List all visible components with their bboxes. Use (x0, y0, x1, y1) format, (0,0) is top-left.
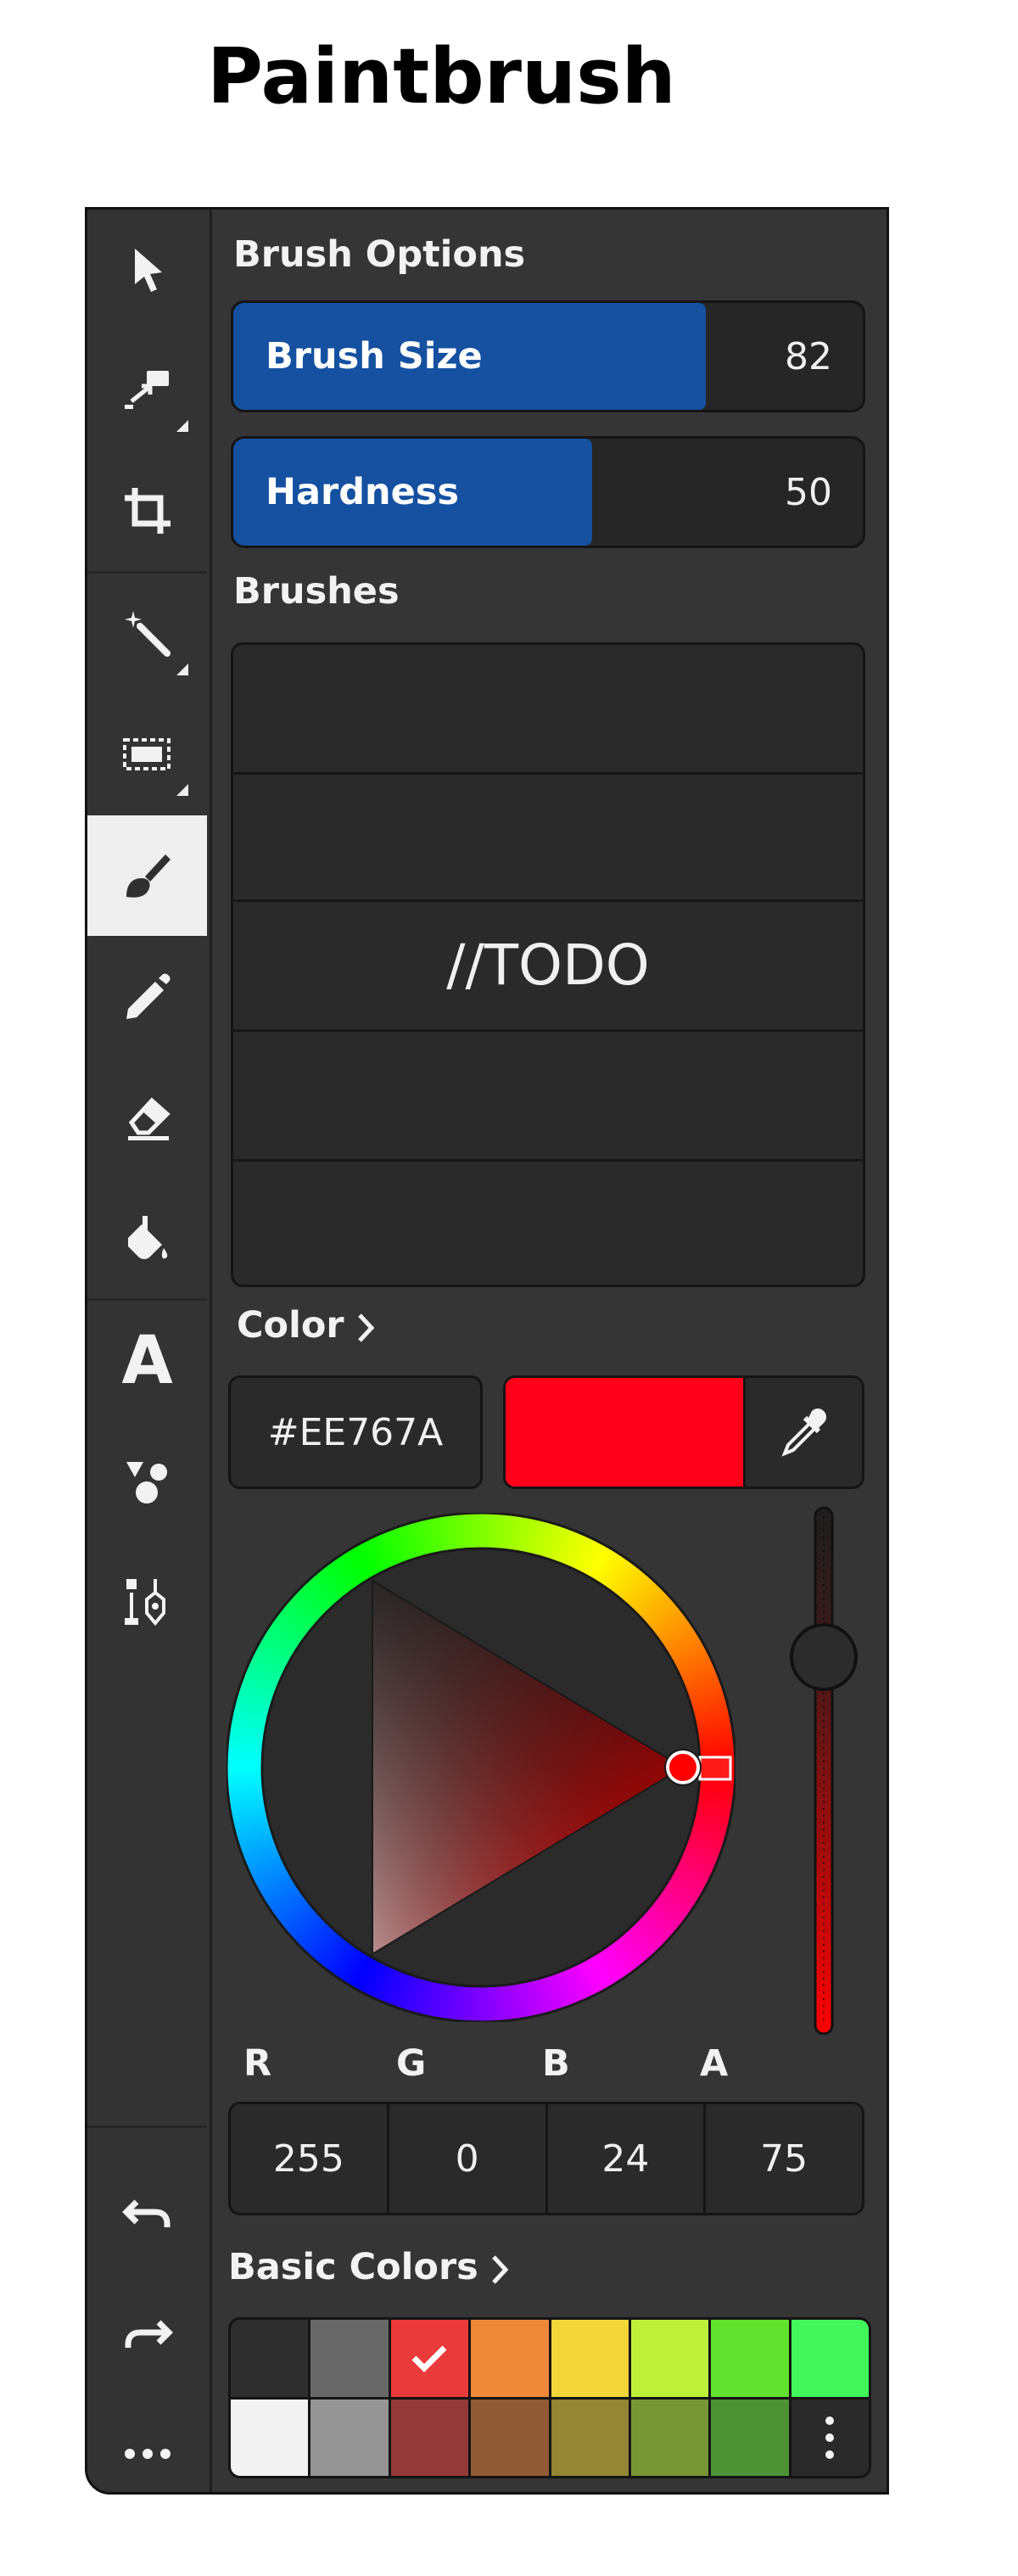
paintbrush-icon (126, 854, 171, 898)
hex-color-field[interactable]: #EE767A (228, 1375, 483, 1489)
redo-button[interactable] (87, 2273, 207, 2394)
tool-submenu-indicator (176, 664, 188, 675)
move-selection-icon (124, 371, 169, 409)
basic-colors-header[interactable]: Basic Colors (228, 2246, 509, 2288)
current-color-swatch[interactable] (506, 1378, 746, 1487)
redo-icon (125, 2320, 173, 2348)
color-swatch[interactable] (551, 2399, 629, 2476)
app-title: Paintbrush (207, 32, 676, 121)
tool-submenu-indicator (176, 784, 188, 796)
color-swatch[interactable] (791, 2320, 869, 2397)
color-swatch[interactable] (630, 2399, 709, 2476)
color-swatch[interactable] (471, 2320, 549, 2397)
color-swatch[interactable] (231, 2320, 309, 2397)
hardness-label: Hardness (266, 471, 459, 513)
vertical-dots-icon (825, 2416, 835, 2459)
text-icon: A (121, 1323, 173, 1399)
move-selection-tool[interactable] (87, 330, 207, 451)
color-swatch[interactable] (390, 2320, 469, 2397)
brush-size-slider[interactable]: Brush Size 82 (231, 300, 865, 412)
color-wheel[interactable] (227, 1513, 736, 2022)
current-color-group (503, 1375, 864, 1489)
color-swatch[interactable] (310, 2320, 389, 2397)
color-swatch[interactable] (390, 2399, 469, 2476)
brushes-list[interactable]: //TODO (231, 642, 865, 1287)
rectangle-select-icon (122, 738, 171, 770)
b-label: B (542, 2042, 570, 2085)
paint-bucket-tool[interactable] (87, 1177, 207, 1297)
brushes-placeholder: //TODO (446, 932, 650, 998)
rectangle-select-tool[interactable] (87, 694, 207, 815)
value-slider[interactable] (790, 1506, 858, 2036)
eraser-icon (127, 1097, 171, 1140)
tool-submenu-indicator (176, 420, 188, 432)
color-swatch[interactable] (630, 2320, 709, 2397)
color-section-header[interactable]: Color (237, 1304, 375, 1347)
magic-wand-tool[interactable] (87, 574, 207, 694)
hardness-value: 50 (785, 470, 832, 514)
a-label: A (700, 2042, 729, 2085)
hardness-slider[interactable]: Hardness 50 (231, 436, 865, 548)
chevron-right-icon (357, 1313, 375, 1342)
pointer-arrow-icon (134, 249, 162, 292)
brush-options-title: Brush Options (233, 233, 526, 276)
shapes-tool[interactable] (87, 1421, 207, 1542)
shapes-icon (126, 1462, 167, 1504)
eraser-tool[interactable] (87, 1056, 207, 1177)
tool-sidebar: A (87, 210, 212, 2492)
pencil-icon (126, 973, 170, 1019)
eyedropper-button[interactable] (746, 1378, 862, 1487)
color-swatch[interactable] (711, 2399, 789, 2476)
more-button[interactable] (87, 2394, 207, 2492)
paint-panel-window: A Brush Options Brush Size 82 Hardness 5… (85, 207, 889, 2495)
saturation-value-handle[interactable] (666, 1750, 700, 1784)
alpha-field[interactable]: 75 (706, 2104, 862, 2213)
chevron-right-icon (491, 2254, 509, 2284)
eyedropper-icon (780, 1408, 826, 1457)
r-label: R (243, 2042, 272, 2085)
crop-tool[interactable] (87, 451, 207, 571)
text-tool[interactable]: A (87, 1301, 207, 1421)
paint-bucket-icon (127, 1216, 167, 1259)
line-tools[interactable] (87, 1542, 207, 1662)
crop-icon (124, 488, 171, 534)
brush-size-value: 82 (785, 334, 832, 378)
g-label: G (396, 2042, 427, 2085)
brush-size-label: Brush Size (266, 335, 483, 378)
more-dots-icon (124, 2449, 171, 2459)
color-title: Color (237, 1304, 344, 1347)
pen-tools-icon (124, 1579, 165, 1627)
red-field[interactable]: 255 (231, 2104, 389, 2213)
basic-colors-palette (228, 2317, 871, 2478)
undo-button[interactable] (87, 2153, 207, 2273)
more-colors-button[interactable] (791, 2399, 869, 2476)
value-slider-handle[interactable] (790, 1623, 858, 1691)
paintbrush-tool[interactable] (87, 815, 207, 936)
color-swatch[interactable] (310, 2399, 389, 2476)
toolbar-divider (87, 2125, 207, 2128)
blue-field[interactable]: 24 (548, 2104, 707, 2213)
brushes-title: Brushes (233, 570, 400, 613)
options-panel: Brush Options Brush Size 82 Hardness 50 … (210, 210, 887, 2492)
undo-icon (121, 2199, 170, 2227)
pencil-tool[interactable] (87, 936, 207, 1056)
green-field[interactable]: 0 (389, 2104, 548, 2213)
select-tool[interactable] (87, 210, 207, 330)
color-swatch[interactable] (471, 2399, 549, 2476)
checkmark-icon (411, 2345, 447, 2373)
color-swatch[interactable] (551, 2320, 629, 2397)
rgba-fields: 255 0 24 75 (228, 2102, 864, 2215)
color-swatch[interactable] (231, 2399, 309, 2476)
color-swatch[interactable] (711, 2320, 789, 2397)
basic-colors-title: Basic Colors (228, 2246, 478, 2288)
magic-wand-icon (124, 611, 171, 657)
hue-handle[interactable] (698, 1756, 732, 1781)
